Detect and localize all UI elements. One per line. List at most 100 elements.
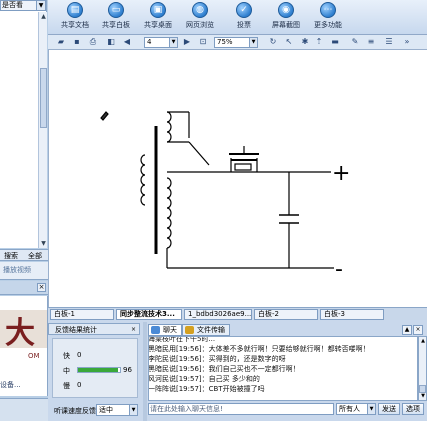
- logo-area: 大 OM 设备...: [0, 296, 48, 396]
- text-tool-icon[interactable]: ▬: [330, 37, 340, 47]
- tab-search[interactable]: 搜索: [4, 251, 18, 261]
- chat-message: 一阵阵说[19:57]：CBT开始被撞了吗: [148, 385, 265, 393]
- scroll-down-icon[interactable]: ▼: [39, 239, 48, 248]
- chat-tab-strip: 聊天 文件传输: [148, 323, 427, 336]
- chat-messages: 海棠枝叶在下午5时... 黑暗民用[19:56]：大体差不多就行啊！只要给够就行…: [148, 336, 418, 401]
- minus-terminal: -: [335, 257, 343, 282]
- chat-message: 海棠枝叶在下午5时...: [148, 336, 216, 343]
- vote-icon: ✓: [236, 2, 252, 18]
- line-style-icon[interactable]: ☰: [384, 37, 394, 47]
- logo-letter: 大: [5, 316, 35, 351]
- tab-whiteboard-3[interactable]: 白板-3: [320, 309, 384, 320]
- share-whiteboard-button[interactable]: ▭ 共享白板: [95, 0, 137, 34]
- left-panel-header: ×: [0, 281, 48, 295]
- close-icon[interactable]: ×: [413, 325, 423, 335]
- last-page-icon[interactable]: ⊡: [198, 37, 208, 47]
- left-tab-strip: 搜索 全部: [0, 249, 48, 261]
- chevron-down-icon[interactable]: ▼: [249, 38, 257, 47]
- scroll-up-icon[interactable]: ▲: [39, 12, 48, 21]
- secondary-coil-top: [166, 111, 172, 143]
- tab-document-file[interactable]: 1_bdbd3026ae9...: [184, 309, 252, 320]
- options-button[interactable]: 选项: [402, 403, 424, 415]
- recipient-select[interactable]: 所有人 ▼: [336, 403, 376, 415]
- device-link[interactable]: 设备...: [0, 380, 21, 390]
- pen-cursor-icon: [100, 111, 109, 121]
- stat-label-medium: 中: [63, 367, 70, 375]
- tab-file-transfer[interactable]: 文件传输: [182, 324, 230, 336]
- save-icon[interactable]: ▪: [72, 37, 82, 47]
- chat-message: 李陀民说[19:56]：买得到的，还是数字的呀: [148, 355, 286, 363]
- pointer-icon[interactable]: ↖: [284, 37, 294, 47]
- feedback-stats-header: 反馈结果统计 ×: [48, 323, 140, 335]
- panel-splitter[interactable]: [143, 322, 147, 421]
- share-document-button[interactable]: ▤ 共享文档: [54, 0, 96, 34]
- chevron-down-icon[interactable]: ▼: [367, 404, 375, 414]
- speed-feedback-select[interactable]: 适中 ▼: [96, 404, 138, 416]
- scrollbar-thumb[interactable]: [40, 68, 47, 128]
- tab-whiteboard-1[interactable]: 白板-1: [50, 309, 114, 320]
- line-width-icon[interactable]: ≡: [366, 37, 376, 47]
- tab-all[interactable]: 全部: [28, 251, 42, 261]
- open-icon[interactable]: ▰: [56, 37, 66, 47]
- vote-button[interactable]: ✓ 投票: [223, 0, 265, 34]
- print-icon[interactable]: ⎙: [88, 37, 98, 47]
- scroll-down-icon[interactable]: ▼: [419, 392, 427, 400]
- tab-chat[interactable]: 聊天: [148, 324, 182, 336]
- next-page-icon[interactable]: ▶: [182, 37, 192, 47]
- scroll-up-icon[interactable]: ▲: [419, 337, 427, 345]
- chevron-down-icon[interactable]: ▼: [129, 405, 137, 415]
- stat-label-slow: 慢: [63, 382, 70, 390]
- secondary-coil-bottom: [166, 177, 172, 249]
- stat-medium-bar: [77, 367, 121, 373]
- whiteboard-toolbar: ▰ ▪ ⎙ ◧ ◀ 4 ▼ ▶ ⊡ 75% ▼ ↻ ↖ ✱ ⇡ ▬ ✎ ≡ ☰ …: [48, 35, 427, 50]
- close-icon[interactable]: ×: [37, 283, 46, 292]
- screenshot-button[interactable]: ◉ 屏幕截图: [265, 0, 307, 34]
- whiteboard-icon: ▭: [108, 2, 124, 18]
- play-video-button[interactable]: 播放视频: [0, 262, 48, 280]
- chat-message: 黑暗民说[19:56]：我们自己买也不一定都行啊！: [148, 365, 300, 373]
- close-icon[interactable]: ×: [130, 326, 137, 333]
- left-bottom-bar: [0, 398, 48, 421]
- more-functions-button[interactable]: ⋯ 更多功能: [307, 0, 349, 34]
- user-filter-dropdown[interactable]: 是否看 ▼: [0, 0, 46, 11]
- more-icon: ⋯: [320, 2, 336, 18]
- page-number-select[interactable]: 4 ▼: [144, 37, 178, 48]
- web-browse-button[interactable]: ◍ 网页浏览: [179, 0, 221, 34]
- tab-sync-rectifier-doc[interactable]: 同步整流技术3...: [116, 309, 182, 320]
- feedback-stats-title: 反馈结果统计: [55, 326, 97, 334]
- stat-medium-bar-fill: [78, 368, 119, 372]
- stat-value-slow: 0: [77, 381, 82, 389]
- primary-coil: [140, 154, 146, 206]
- chat-icon: [151, 326, 160, 334]
- chevron-down-icon[interactable]: ▼: [169, 38, 177, 47]
- user-list-scrollbar[interactable]: ▲ ▼: [38, 12, 47, 248]
- collapse-icon[interactable]: ▲: [402, 325, 412, 335]
- share-desktop-button[interactable]: ▣ 共享桌面: [137, 0, 179, 34]
- speed-feedback-label: 听课速度反馈: [54, 407, 96, 415]
- first-page-icon[interactable]: ◀: [122, 37, 132, 47]
- more-tools-icon[interactable]: »: [402, 37, 412, 47]
- prev-page-icon[interactable]: ◧: [106, 37, 116, 47]
- main-toolbar: ▤ 共享文档 ▭ 共享白板 ▣ 共享桌面 ◍ 网页浏览 ✓ 投票 ◉ 屏幕截图 …: [48, 0, 427, 35]
- speed-feedback-row: 听课速度反馈 适中 ▼: [48, 401, 144, 421]
- chat-message: 黑暗民用[19:56]：大体差不多就行啊！只要给够就行啊！都转否喽啊！: [148, 345, 370, 353]
- circuit-diagram: + -: [100, 111, 350, 282]
- feedback-stats-panel: 快 0 中 96 慢 0: [52, 338, 138, 398]
- share-doc-icon: ▤: [67, 2, 83, 18]
- send-button[interactable]: 发送: [378, 403, 400, 415]
- arrow-up-icon[interactable]: ⇡: [314, 37, 324, 47]
- whiteboard-tabs: 白板-1 同步整流技术3... 1_bdbd3026ae9... 白板-2 白板…: [48, 307, 427, 320]
- tab-whiteboard-2[interactable]: 白板-2: [254, 309, 318, 320]
- chat-message: 风河民说[19:57]：自己买 多少和的: [148, 375, 260, 383]
- chevron-down-icon[interactable]: ▼: [36, 1, 45, 10]
- chat-input[interactable]: 请在此处输入聊天信息!: [148, 403, 334, 415]
- share-desktop-icon: ▣: [150, 2, 166, 18]
- pen-icon[interactable]: ✎: [350, 37, 360, 47]
- screenshot-icon: ◉: [278, 2, 294, 18]
- whiteboard-canvas[interactable]: + -: [48, 50, 427, 307]
- rotate-icon[interactable]: ↻: [268, 37, 278, 47]
- laser-icon[interactable]: ✱: [300, 37, 310, 47]
- chat-scrollbar[interactable]: ▲ ▼: [418, 336, 427, 401]
- zoom-select[interactable]: 75% ▼: [214, 37, 258, 48]
- stat-value-medium: 96: [123, 366, 132, 374]
